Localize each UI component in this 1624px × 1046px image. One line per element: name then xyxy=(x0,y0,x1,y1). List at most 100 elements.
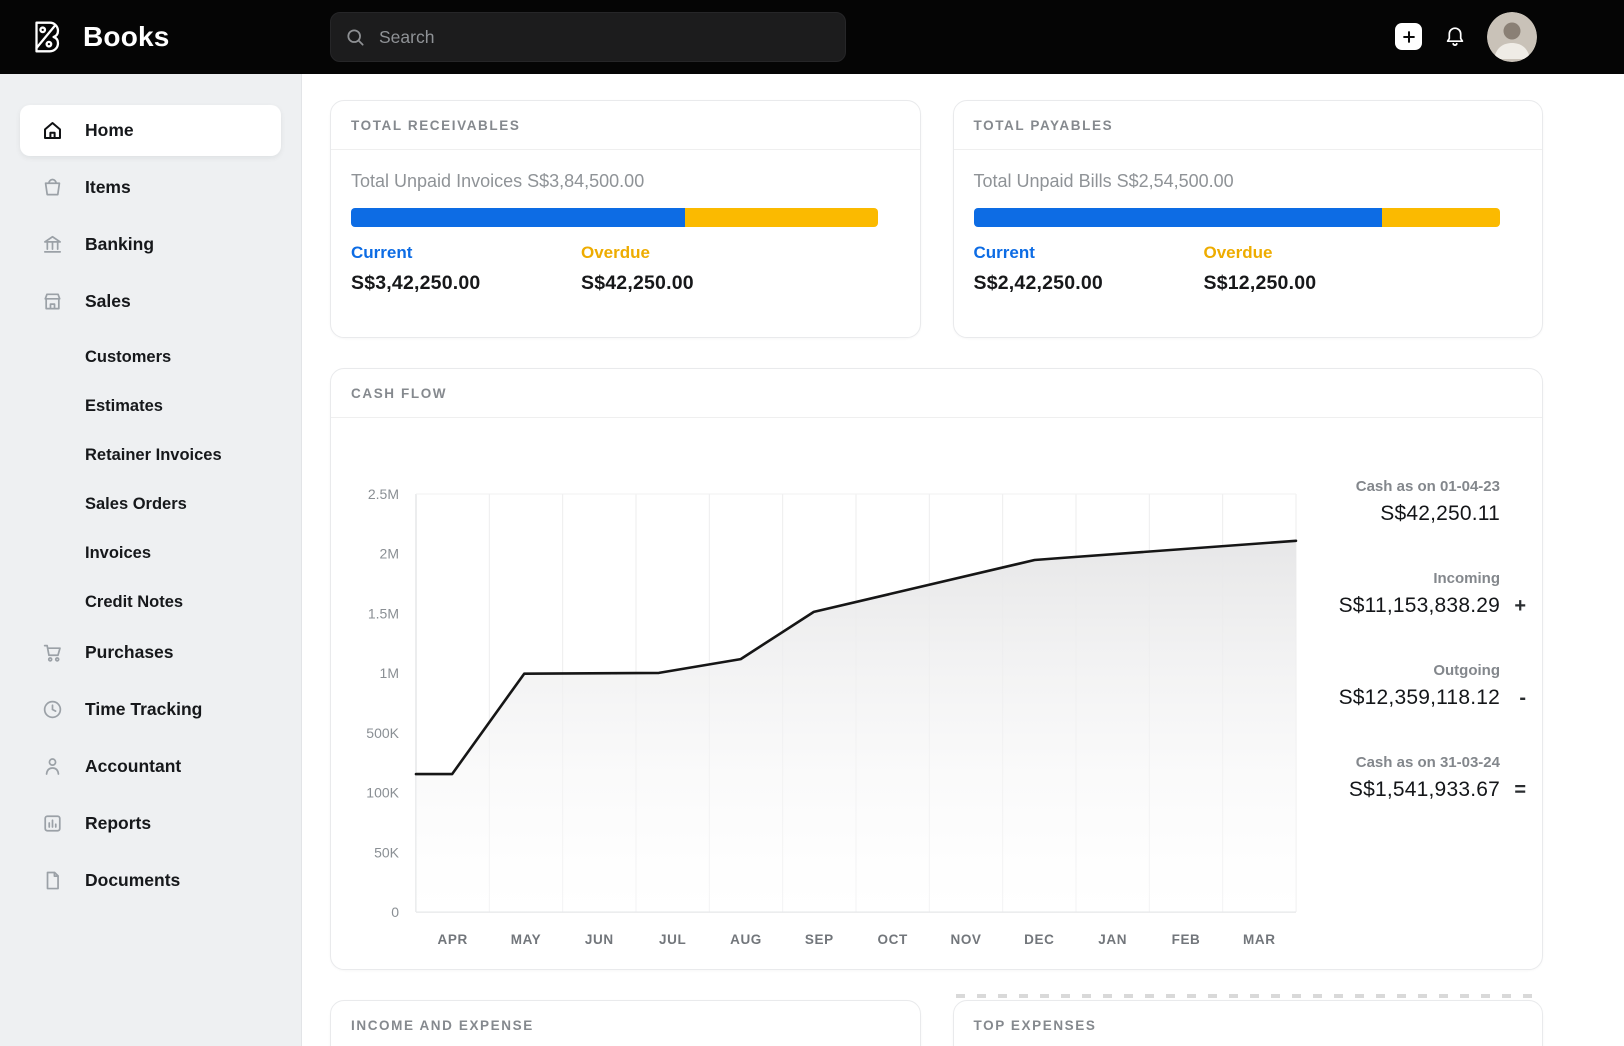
app-header: Books xyxy=(0,0,1624,74)
chart-y-axis-labels: 2.5M 2M 1.5M 1M 500K 100K 50K 0 xyxy=(366,486,399,920)
stat-value-row: S$1,541,933.67 = xyxy=(1349,778,1526,802)
overdue-bar-segment xyxy=(1382,208,1500,227)
books-logo-icon xyxy=(26,16,68,58)
sidebar-item-label: Invoices xyxy=(85,544,152,562)
sales-icon xyxy=(41,290,64,313)
card-header: CASH FLOW xyxy=(331,369,1542,418)
sidebar-item-purchases[interactable]: Purchases xyxy=(20,627,281,678)
sidebar-item-items[interactable]: Items xyxy=(20,162,281,213)
month-label: MAR xyxy=(1243,932,1276,947)
overdue-label: Overdue xyxy=(1203,243,1273,262)
month-label: OCT xyxy=(878,932,908,947)
sidebar-item-reports[interactable]: Reports xyxy=(20,798,281,849)
y-tick-label: 1.5M xyxy=(368,605,399,621)
time-tracking-icon xyxy=(41,698,64,721)
add-new-button[interactable] xyxy=(1395,23,1422,50)
y-tick-label: 2.5M xyxy=(368,486,399,502)
sidebar-item-label: Credit Notes xyxy=(85,593,184,611)
stat-value-row: S$42,250.11 xyxy=(1380,502,1526,526)
home-icon xyxy=(41,119,64,142)
stat-value: S$11,153,838.29 xyxy=(1338,594,1500,617)
sidebar-item-label: Sales Orders xyxy=(85,495,187,513)
month-label: SEP xyxy=(805,932,834,947)
sidebar-item-credit-notes[interactable]: Credit Notes xyxy=(20,578,281,627)
current-amount: S$2,42,250.00 xyxy=(973,272,1103,294)
user-avatar[interactable] xyxy=(1487,12,1537,62)
search-bar[interactable] xyxy=(330,12,846,62)
chart-x-axis-labels: APR MAY JUN JUL AUG SEP OCT NOV DEC JAN FEB MAR xyxy=(438,932,1276,947)
dashed-divider xyxy=(955,994,1540,998)
card-title: INCOME AND EXPENSE xyxy=(351,1017,534,1033)
sidebar-item-time-tracking[interactable]: Time Tracking xyxy=(20,684,281,735)
sidebar-item-label: Reports xyxy=(85,813,152,833)
top-expenses-card: TOP EXPENSES xyxy=(952,994,1543,1046)
sidebar-nav: Home Items Banking Sales Customers Estimates R… xyxy=(20,105,281,906)
month-label: JUN xyxy=(585,932,614,947)
reports-icon xyxy=(41,812,64,835)
app-title: Books xyxy=(83,21,170,52)
cashflow-stat: Outgoing S$12,359,118.12- xyxy=(1339,662,1526,710)
stat-operator: = xyxy=(1514,779,1526,801)
stat-value: S$12,359,118.12 xyxy=(1338,686,1500,709)
sidebar-item-estimates[interactable]: Estimates xyxy=(20,382,281,431)
search-input[interactable] xyxy=(377,25,831,49)
sidebar-item-accountant[interactable]: Accountant xyxy=(20,741,281,792)
purchases-icon xyxy=(41,641,64,664)
sidebar-item-label: Banking xyxy=(85,234,155,254)
total-payables-card: TOTAL PAYABLES Total Unpaid Bills S$2,54… xyxy=(952,100,1543,338)
total-unpaid-bills: Total Unpaid Bills S$2,54,500.00 xyxy=(973,171,1234,191)
card-title: TOP EXPENSES xyxy=(973,1017,1097,1033)
overdue-amount: S$42,250.00 xyxy=(581,272,694,294)
overdue-amount: S$12,250.00 xyxy=(1203,272,1317,294)
plus-icon xyxy=(1402,30,1415,43)
y-tick-label: 500K xyxy=(366,725,399,741)
month-label: MAY xyxy=(511,932,542,947)
sidebar-item-retainer-invoices[interactable]: Retainer Invoices xyxy=(20,431,281,480)
sidebar-item-label: Documents xyxy=(85,870,181,890)
overdue-bar-segment xyxy=(684,208,878,227)
sidebar-item-home[interactable]: Home xyxy=(20,105,281,156)
sidebar-item-documents[interactable]: Documents xyxy=(20,855,281,906)
month-label: DEC xyxy=(1024,932,1054,947)
stat-operator: + xyxy=(1514,595,1526,617)
y-tick-label: 50K xyxy=(374,844,400,860)
receivables-progress-bar xyxy=(351,208,878,227)
sidebar-item-invoices[interactable]: Invoices xyxy=(20,529,281,578)
sidebar-item-label: Sales xyxy=(85,291,131,311)
sidebar-item-label: Customers xyxy=(85,348,172,366)
notifications-button[interactable] xyxy=(1442,24,1468,50)
overdue-label: Overdue xyxy=(581,243,650,262)
total-unpaid-invoices: Total Unpaid Invoices S$3,84,500.00 xyxy=(351,171,645,191)
total-receivables-card: TOTAL RECEIVABLES Total Unpaid Invoices … xyxy=(330,100,921,338)
sidebar-item-sales[interactable]: Sales xyxy=(20,276,281,327)
cashflow-summary: Cash as on 01-04-23 S$42,250.11 Incoming S$… xyxy=(1316,418,1526,963)
stat-value: S$42,250.11 xyxy=(1380,502,1500,525)
sidebar-item-customers[interactable]: Customers xyxy=(20,333,281,382)
y-tick-label: 100K xyxy=(366,785,399,801)
month-label: NOV xyxy=(950,932,981,947)
cashflow-stat: Cash as on 31-03-24 S$1,541,933.67 = xyxy=(1349,754,1526,802)
current-column: Current S$2,42,250.00 xyxy=(974,243,1204,295)
cashflow-stat: Cash as on 01-04-23 S$42,250.11 xyxy=(1356,478,1526,526)
cash-flow-card: CASH FLOW 2.5M 2M 1.5M 1M 500K 100K 50K 0 APR MA… xyxy=(330,368,1543,970)
documents-icon xyxy=(41,869,64,892)
overdue-column: Overdue S$12,250.00 xyxy=(1204,243,1434,295)
card-header: TOTAL PAYABLES xyxy=(953,101,1542,150)
cashflow-chart: 2.5M 2M 1.5M 1M 500K 100K 50K 0 APR MAY JUN JUL AUG… xyxy=(366,486,1298,947)
current-label: Current xyxy=(973,243,1035,262)
month-label: FEB xyxy=(1172,932,1201,947)
sidebar-item-sales-orders[interactable]: Sales Orders xyxy=(20,480,281,529)
current-amount: S$3,42,250.00 xyxy=(351,272,481,294)
current-label: Current xyxy=(351,243,413,262)
card-header: TOTAL RECEIVABLES xyxy=(331,101,920,150)
bottom-row: INCOME AND EXPENSE TOP EXPENSES xyxy=(330,994,1543,1046)
y-tick-label: 0 xyxy=(391,904,399,920)
stat-label: Cash as on 31-03-24 xyxy=(1355,754,1500,771)
card-header: INCOME AND EXPENSE xyxy=(331,1001,920,1046)
stat-operator: - xyxy=(1519,687,1526,709)
month-label: JUL xyxy=(659,932,686,947)
accountant-icon xyxy=(41,755,64,778)
card-title: TOTAL PAYABLES xyxy=(973,117,1114,133)
y-tick-label: 1M xyxy=(380,665,399,681)
sidebar-item-banking[interactable]: Banking xyxy=(20,219,281,270)
